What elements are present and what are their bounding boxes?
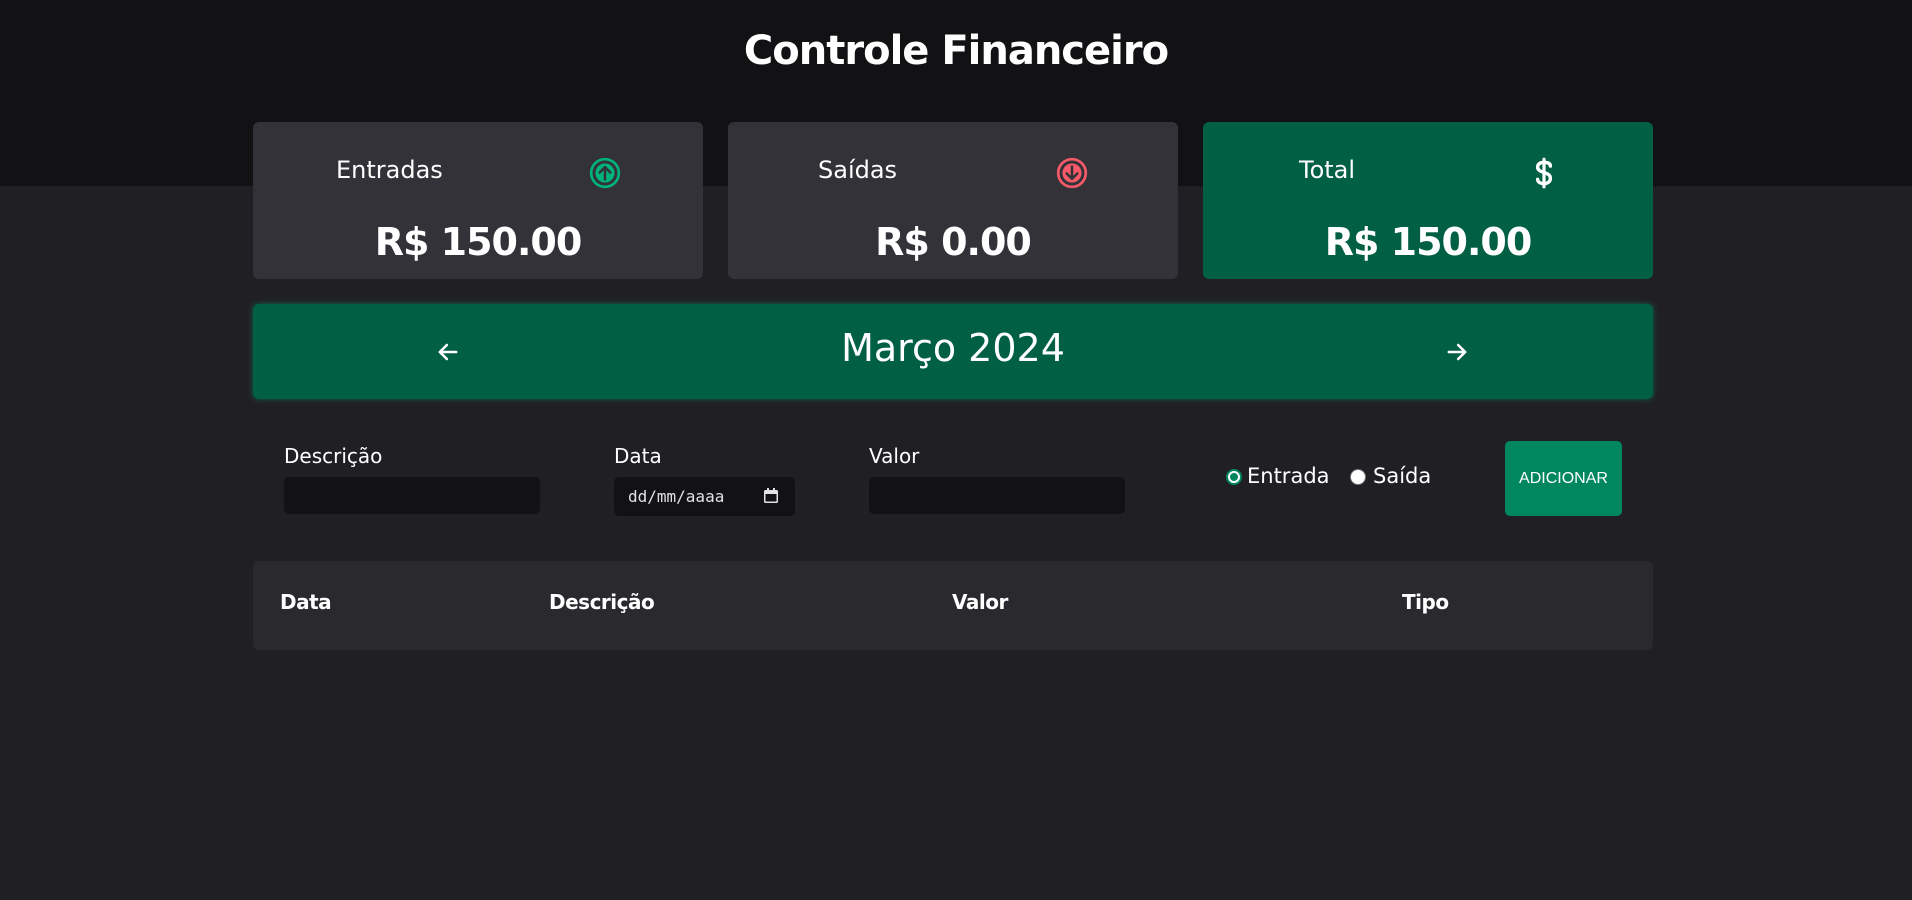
- date-input[interactable]: dd/mm/aaaa: [614, 477, 795, 516]
- income-card: Entradas R$ 150.00: [253, 122, 703, 279]
- column-header-date: Data: [280, 590, 332, 614]
- month-navigator: Março 2024: [253, 304, 1653, 399]
- amount-label: Valor: [869, 444, 920, 468]
- date-label: Data: [614, 444, 662, 468]
- column-header-description: Descrição: [549, 590, 655, 614]
- total-card: Total R$ 150.00: [1203, 122, 1653, 279]
- amount-input[interactable]: [869, 477, 1125, 514]
- expense-value: R$ 0.00: [875, 220, 1032, 264]
- page-title: Controle Financeiro: [743, 28, 1169, 74]
- radio-entrada[interactable]: [1226, 469, 1242, 485]
- expense-label: Saídas: [818, 156, 898, 184]
- column-header-amount: Valor: [952, 590, 1008, 614]
- radio-entrada-label[interactable]: Entrada: [1247, 464, 1330, 488]
- summary-cards: Entradas R$ 150.00 Saídas R$ 0.00 Total …: [253, 122, 1653, 279]
- expense-card: Saídas R$ 0.00: [728, 122, 1178, 279]
- arrow-circle-up-icon: [589, 157, 621, 189]
- add-button[interactable]: ADICIONAR: [1505, 441, 1622, 516]
- income-label: Entradas: [336, 156, 443, 184]
- column-header-type: Tipo: [1402, 590, 1449, 614]
- total-value: R$ 150.00: [1324, 220, 1533, 264]
- description-input[interactable]: [284, 477, 540, 514]
- total-label: Total: [1299, 156, 1356, 184]
- calendar-icon[interactable]: [762, 487, 780, 505]
- date-placeholder: dd/mm/aaaa: [628, 487, 725, 506]
- income-value: R$ 150.00: [374, 220, 583, 264]
- arrow-right-icon[interactable]: [1443, 338, 1471, 366]
- description-label: Descrição: [284, 444, 383, 468]
- transactions-table-header: Data Descrição Valor Tipo: [253, 561, 1653, 650]
- dollar-sign-icon: [1535, 157, 1553, 189]
- radio-saida[interactable]: [1350, 469, 1366, 485]
- arrow-circle-down-icon: [1056, 157, 1088, 189]
- radio-saida-label[interactable]: Saída: [1373, 464, 1431, 488]
